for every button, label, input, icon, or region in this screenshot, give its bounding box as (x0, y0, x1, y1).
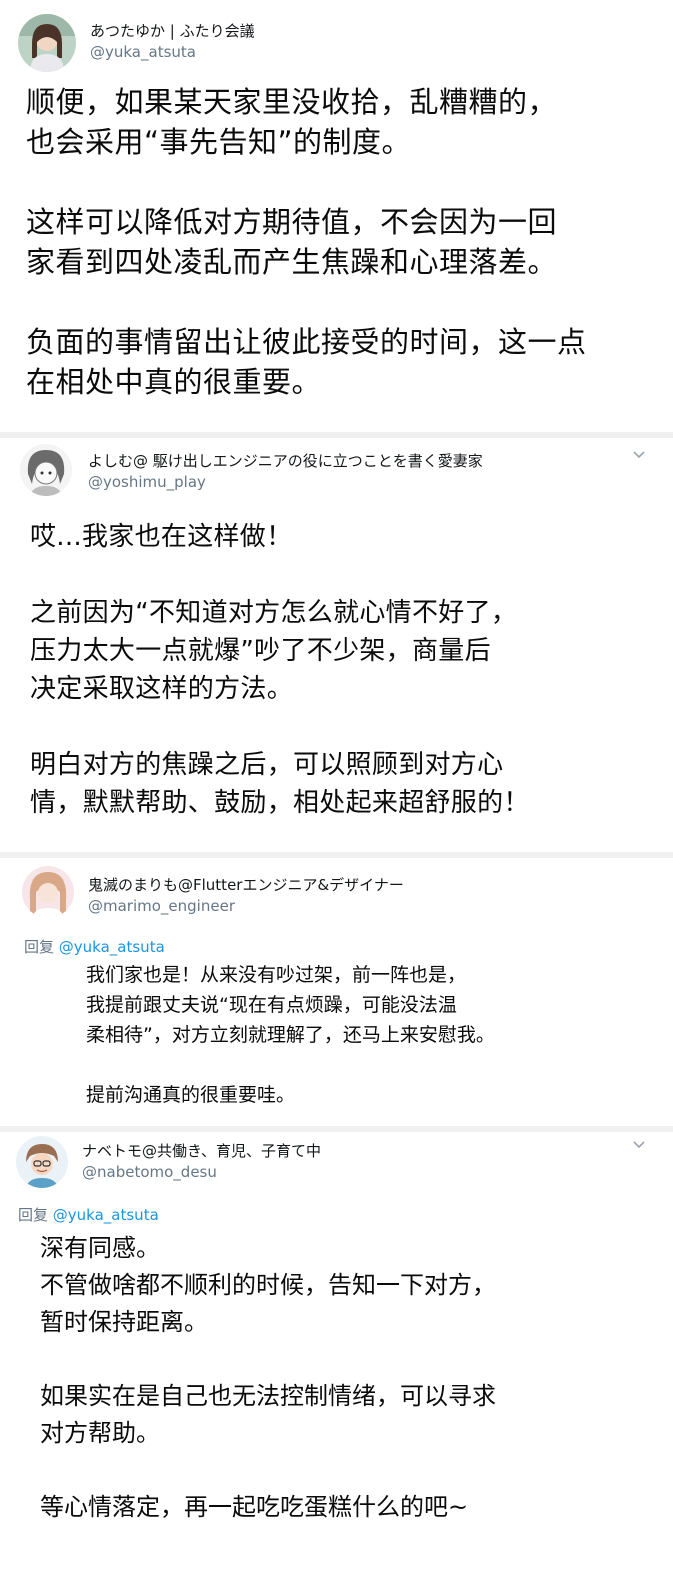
reply-context: 回复 @yuka_atsuta (24, 936, 165, 957)
avatar[interactable] (20, 444, 72, 496)
tweet-card-2: よしむ@ 駆け出しエンジニアの役に立つことを書く愛妻家 @yoshimu_pla… (0, 438, 673, 852)
display-name[interactable]: ナベトモ@共働き、育児、子育て中 (82, 1140, 321, 1161)
user-handle[interactable]: @nabetomo_desu (82, 1163, 217, 1181)
chevron-down-icon[interactable] (630, 1140, 648, 1154)
tweet-text: 我们家也是！从来没有吵过架，前一阵也是， 我提前跟丈夫说“现在有点烦躁，可能没法… (86, 964, 495, 1106)
display-name[interactable]: あつたゆか | ふたり会議 (90, 20, 255, 41)
avatar[interactable] (16, 1136, 68, 1188)
user-handle[interactable]: @marimo_engineer (88, 897, 235, 915)
tweet-card-1: あつたゆか | ふたり会議 @yuka_atsuta 顺便，如果某天家里没收拾，… (0, 0, 673, 432)
avatar[interactable] (18, 14, 76, 72)
tweet-card-3: 鬼滅のまりも@Flutterエンジニア&デザイナー @marimo_engine… (0, 858, 673, 1126)
reply-prefix: 回复 (18, 1206, 49, 1224)
tweet-text: 哎...我家也在这样做！ 之前因为“不知道对方怎么就心情不好了， 压力太大一点就… (30, 522, 530, 818)
reply-context: 回复 @yuka_atsuta (18, 1204, 159, 1225)
user-handle[interactable]: @yoshimu_play (88, 473, 206, 491)
display-name[interactable]: よしむ@ 駆け出しエンジニアの役に立つことを書く愛妻家 (88, 450, 483, 471)
reply-mention-link[interactable]: @yuka_atsuta (53, 1206, 159, 1224)
chevron-down-icon[interactable] (630, 450, 648, 464)
tweet-text: 顺便，如果某天家里没收拾，乱糟糟的， 也会采用“事先告知”的制度。 这样可以降低… (26, 85, 587, 399)
tweet-text: 深有同感。 不管做啥都不顺利的时候，告知一下对方， 暂时保持距离。 如果实在是自… (40, 1234, 496, 1521)
reply-mention-link[interactable]: @yuka_atsuta (59, 938, 165, 956)
user-handle[interactable]: @yuka_atsuta (90, 43, 196, 61)
avatar[interactable] (22, 866, 74, 918)
display-name[interactable]: 鬼滅のまりも@Flutterエンジニア&デザイナー (88, 874, 404, 895)
tweet-card-4: ナベトモ@共働き、育児、子育て中 @nabetomo_desu 回复 @yuka… (0, 1132, 673, 1576)
reply-prefix: 回复 (24, 938, 55, 956)
